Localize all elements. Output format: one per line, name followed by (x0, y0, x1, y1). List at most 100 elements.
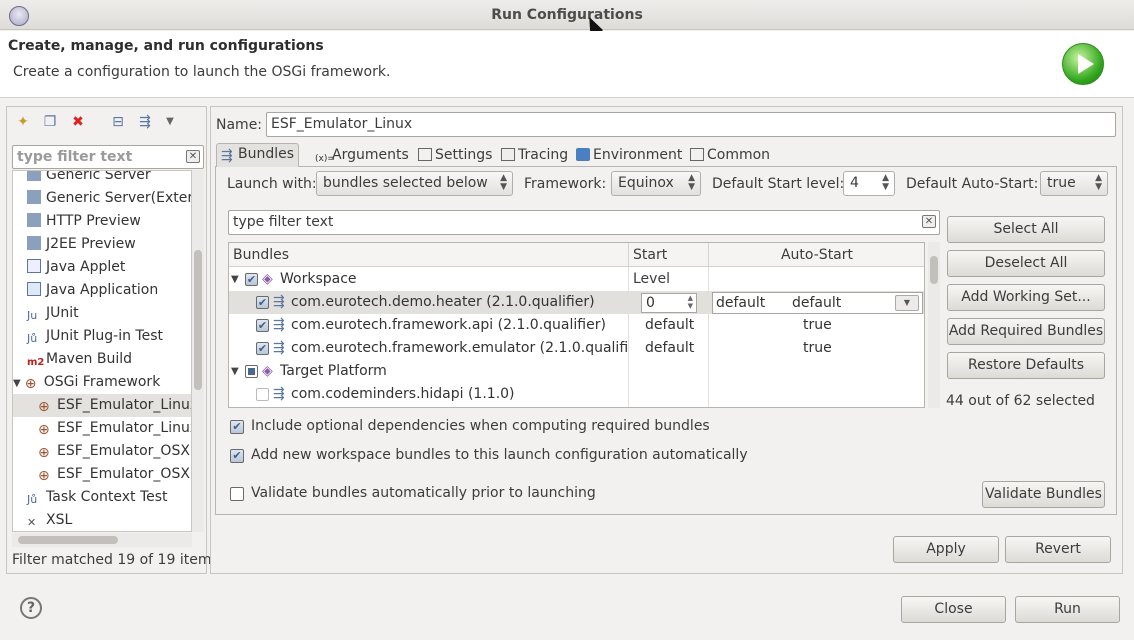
start-level-stepper[interactable]: 0 ▲ ▼ (641, 293, 697, 313)
row-checkbox[interactable]: ✔ (256, 319, 269, 332)
scroll-thumb[interactable] (194, 250, 202, 390)
table-row-hidapi[interactable]: ⇶ com.codeminders.hidapi (1.1.0) (229, 383, 924, 406)
deselect-all-button[interactable]: Deselect All (947, 250, 1105, 277)
select-all-button[interactable]: Select All (947, 216, 1105, 243)
expand-arrow-icon[interactable]: ▼ (231, 268, 239, 291)
table-row-workspace[interactable]: ▼ ✔ ◈ Workspace (229, 268, 924, 291)
tree-item-osgi-framework[interactable]: ▼ ⊕ OSGi Framework (13, 371, 191, 394)
include-optional-label: Include optional dependencies when compu… (251, 418, 710, 434)
clear-filter-icon[interactable]: ✕ (186, 150, 200, 163)
config-filter-input[interactable]: type filter text ✕ (12, 145, 204, 169)
run-button[interactable]: Run (1015, 596, 1120, 623)
row-checkbox[interactable] (245, 365, 258, 378)
tab-common[interactable]: Common (686, 145, 774, 166)
auto-start-select[interactable]: true ▲ ▼ (1040, 171, 1108, 196)
row-checkbox[interactable]: ✔ (245, 273, 258, 286)
validate-bundles-button[interactable]: Validate Bundles (982, 481, 1105, 508)
help-icon[interactable]: ? (20, 597, 42, 619)
spinner-arrows-icon[interactable]: ▲ ▼ (688, 294, 693, 310)
new-config-icon[interactable]: ✦ (15, 114, 31, 130)
view-menu-chevron-down-icon[interactable]: ▼ (162, 114, 178, 130)
expand-arrow-icon[interactable]: ▼ (13, 378, 21, 389)
tree-horizontal-scrollbar[interactable] (12, 533, 192, 547)
bundle-filter-input[interactable]: type filter text ✕ (228, 210, 940, 235)
maven-icon: m2 (27, 357, 45, 368)
spinner-arrows-icon[interactable]: ▲ ▼ (882, 174, 889, 192)
title-bar: Run Configurations (0, 0, 1134, 30)
server-icon (27, 236, 41, 250)
filter-icon[interactable]: ⇶ (137, 114, 153, 130)
tree-item-xsl[interactable]: ✕ XSL (13, 509, 191, 531)
start-level-stepper[interactable]: 4 ▲ ▼ (843, 171, 895, 196)
close-button[interactable]: Close (901, 596, 1006, 623)
collapse-all-icon[interactable]: ⊟ (110, 114, 126, 130)
start-level-label: Default Start level: (712, 176, 845, 192)
table-row-framework-emulator[interactable]: ✔ ⇶ com.eurotech.framework.emulator (2.1… (229, 337, 924, 360)
common-icon (690, 148, 704, 161)
column-header-auto-start[interactable]: Auto-Start (709, 243, 924, 267)
table-vertical-scrollbar[interactable] (928, 242, 940, 408)
tree-item-esf-emulator-osx-2[interactable]: ⊕ ESF_Emulator_OSX (13, 463, 191, 486)
delete-icon[interactable]: ✖ (70, 114, 86, 130)
server-icon (27, 171, 41, 181)
column-header-start-level[interactable]: Start Level (629, 243, 709, 287)
osgi-config-icon: ⊕ (38, 468, 50, 484)
row-checkbox[interactable]: ✔ (256, 342, 269, 355)
scroll-thumb[interactable] (18, 536, 118, 544)
expand-arrow-icon[interactable]: ▼ (231, 360, 239, 383)
tab-arguments[interactable]: (x)=Arguments (311, 145, 413, 166)
tab-settings[interactable]: Settings (414, 145, 496, 166)
auto-start-cell-select[interactable]: default default ▼ (712, 292, 923, 314)
tree-item-esf-emulator-osx-1[interactable]: ⊕ ESF_Emulator_OSX (13, 440, 191, 463)
name-field[interactable]: ESF_Emulator_Linux (266, 112, 1116, 137)
tree-item-java-application[interactable]: Java Application (13, 279, 191, 302)
tree-item-generic-server[interactable]: Generic Server (13, 171, 191, 187)
tree-item-http-preview[interactable]: HTTP Preview (13, 210, 191, 233)
validate-bundles-checkbox[interactable] (230, 487, 244, 501)
framework-select[interactable]: Equinox ▲ ▼ (611, 171, 701, 196)
add-working-set-button[interactable]: Add Working Set... (947, 284, 1105, 311)
tree-vertical-scrollbar[interactable] (192, 170, 204, 532)
tree-item-j2ee-preview[interactable]: J2EE Preview (13, 233, 191, 256)
revert-button[interactable]: Revert (1005, 536, 1111, 563)
add-new-bundles-checkbox[interactable]: ✔ (230, 449, 244, 463)
environment-icon (576, 148, 590, 161)
launch-with-select[interactable]: bundles selected below ▲ ▼ (316, 171, 513, 196)
plugin-icon: ⇶ (273, 317, 285, 333)
column-header-bundles[interactable]: Bundles (229, 243, 629, 267)
row-checkbox[interactable]: ✔ (256, 296, 269, 309)
tree-item-generic-server-extern[interactable]: Generic Server(Extern (13, 187, 191, 210)
apply-button[interactable]: Apply (893, 536, 999, 563)
row-checkbox[interactable] (256, 388, 269, 401)
chevron-down-icon[interactable]: ▼ (895, 295, 919, 311)
tree-item-java-applet[interactable]: Java Applet (13, 256, 191, 279)
bundles-icon: ⇶ (221, 148, 233, 164)
tree-item-junit[interactable]: Ju JUnit (13, 302, 191, 325)
tree-item-task-context-test[interactable]: Jů Task Context Test (13, 486, 191, 509)
window-close-icon[interactable] (9, 6, 29, 26)
tab-environment[interactable]: Environment (572, 145, 686, 166)
tab-bundles[interactable]: ⇶ Bundles (216, 143, 300, 167)
tree-item-esf-emulator-linux-1[interactable]: ⊕ ESF_Emulator_Linux (13, 394, 191, 417)
xsl-icon: ✕ (27, 516, 37, 529)
java-app-icon (27, 282, 41, 296)
table-row-framework-api[interactable]: ✔ ⇶ com.eurotech.framework.api (2.1.0.qu… (229, 314, 924, 337)
clear-filter-icon[interactable]: ✕ (922, 215, 936, 228)
restore-defaults-button[interactable]: Restore Defaults (947, 352, 1105, 379)
validate-bundles-label: Validate bundles automatically prior to … (251, 485, 596, 501)
run-banner-icon (1062, 43, 1104, 85)
tab-tracing[interactable]: Tracing (497, 145, 572, 166)
junit-icon: Ju (27, 309, 38, 322)
duplicate-icon[interactable]: ❐ (42, 114, 58, 130)
bundles-table: Bundles Start Level Auto-Start ▼ ✔ ◈ Wor… (228, 242, 925, 408)
auto-start-label: Default Auto-Start: (906, 176, 1039, 192)
tree-item-maven-build[interactable]: m2 Maven Build (13, 348, 191, 371)
add-required-bundles-button[interactable]: Add Required Bundles (947, 318, 1105, 345)
table-row-demo-heater[interactable]: ✔ ⇶ com.eurotech.demo.heater (2.1.0.qual… (229, 291, 924, 314)
scroll-thumb[interactable] (930, 256, 938, 284)
target-platform-icon: ◈ (262, 363, 273, 379)
table-row-target-platform[interactable]: ▼ ◈ Target Platform (229, 360, 924, 383)
tree-item-esf-emulator-linux-2[interactable]: ⊕ ESF_Emulator_Linux (13, 417, 191, 440)
tree-item-junit-plugin-test[interactable]: Jů JUnit Plug-in Test (13, 325, 191, 348)
include-optional-checkbox[interactable]: ✔ (230, 420, 244, 434)
